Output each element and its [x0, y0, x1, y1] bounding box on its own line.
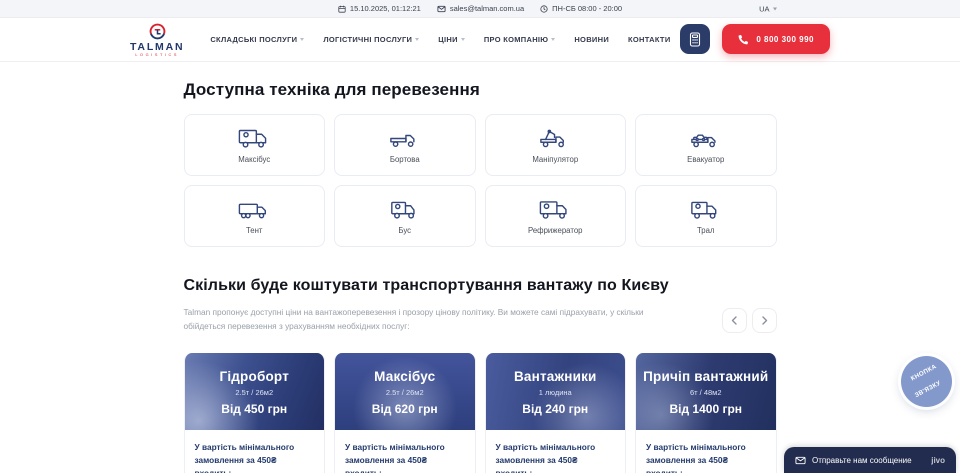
equipment-card-label: Максібус	[238, 155, 270, 164]
carousel-prev-button[interactable]	[722, 308, 747, 333]
fridge-truck-icon	[539, 198, 571, 221]
nav-item-contacts[interactable]: Контакти	[628, 35, 671, 44]
chevron-left-icon	[731, 316, 738, 325]
working-hours: ПН-СБ 08:00 - 20:00	[540, 4, 622, 13]
equipment-grid: Максібус Бортова Маніпулятор	[184, 114, 777, 247]
chevron-down-icon	[461, 38, 465, 41]
envelope-icon	[437, 5, 446, 13]
top-info-bar: 15.10.2025, 01:12:21 sales@talman.com.ua…	[0, 0, 960, 18]
tent-truck-icon	[238, 198, 270, 221]
phone-icon	[738, 34, 749, 45]
chevron-down-icon	[300, 38, 304, 41]
equipment-section: Доступна техніка для перевезення Максібу…	[184, 80, 777, 247]
equipment-card-tent[interactable]: Тент	[184, 185, 326, 247]
main-navigation: TALMAN LOGISTICS Складські послуги Логіс…	[0, 18, 960, 62]
phone-button[interactable]: 0 800 300 990	[722, 24, 830, 54]
van-icon	[389, 198, 421, 221]
chevron-right-icon	[761, 316, 768, 325]
pricing-card-note: У вартість мінімального замовлення за 45…	[496, 441, 616, 473]
logo-subtitle: LOGISTICS	[135, 54, 179, 58]
pricing-card-note: У вартість мінімального замовлення за 45…	[646, 441, 766, 473]
equipment-card-label: Маніпулятор	[532, 155, 578, 164]
calendar-icon	[338, 5, 346, 13]
tow-truck-icon	[690, 127, 722, 150]
carousel-controls	[722, 308, 777, 333]
crane-truck-icon	[539, 127, 571, 150]
calculator-button[interactable]	[680, 24, 710, 54]
equipment-title: Доступна техніка для перевезення	[184, 80, 777, 100]
jivo-brand-label: jivo	[931, 456, 945, 465]
message-icon	[795, 456, 806, 465]
chevron-down-icon	[551, 38, 555, 41]
chevron-down-icon	[773, 7, 777, 10]
equipment-card-bus[interactable]: Бус	[334, 185, 476, 247]
equipment-card-label: Рефрижератор	[528, 226, 583, 235]
pricing-card-header: Гідроборт 2.5т / 26м2 Від 450 грн	[185, 353, 325, 430]
logo-title: TALMAN	[130, 42, 184, 53]
flatbed-truck-icon	[389, 127, 421, 150]
language-selector[interactable]: UA	[745, 4, 776, 13]
pricing-section: Скільки буде коштувати транспортування в…	[184, 277, 777, 473]
equipment-card-maxibus[interactable]: Максібус	[184, 114, 326, 176]
pricing-card-hydroboard: Гідроборт 2.5т / 26м2 Від 450 грн У варт…	[184, 353, 326, 473]
equipment-card-tral[interactable]: Трал	[635, 185, 777, 247]
pricing-title: Скільки буде коштувати транспортування в…	[184, 277, 777, 295]
contact-email[interactable]: sales@talman.com.ua	[437, 4, 524, 13]
logo[interactable]: TALMAN LOGISTICS	[130, 22, 184, 58]
nav-menu: Складські послуги Логістичні послуги Цін…	[210, 35, 670, 44]
pricing-card-cargo-trailer: Причіп вантажний 6т / 48м2 Від 1400 грн …	[635, 353, 777, 473]
logo-emblem-icon	[148, 22, 167, 41]
pricing-card-header: Максібус 2.5т / 26м2 Від 620 грн	[335, 353, 475, 430]
nav-item-prices[interactable]: Ціни	[438, 35, 465, 44]
pricing-cards: Гідроборт 2.5т / 26м2 Від 450 грн У варт…	[184, 353, 777, 473]
equipment-card-evacuator[interactable]: Евакуатор	[635, 114, 777, 176]
equipment-card-label: Трал	[697, 226, 715, 235]
nav-item-news[interactable]: Новини	[574, 35, 609, 44]
phone-number: 0 800 300 990	[756, 35, 814, 44]
chevron-down-icon	[415, 38, 419, 41]
pricing-card-header: Причіп вантажний 6т / 48м2 Від 1400 грн	[636, 353, 776, 430]
equipment-card-label: Евакуатор	[687, 155, 724, 164]
calculator-icon	[689, 32, 701, 47]
equipment-card-label: Бортова	[390, 155, 420, 164]
pricing-description: Talman пропонує доступні ціни на вантажо…	[184, 306, 654, 333]
datetime: 15.10.2025, 01:12:21	[338, 4, 421, 13]
equipment-card-refrigerator[interactable]: Рефрижератор	[485, 185, 627, 247]
nav-item-warehouse-services[interactable]: Складські послуги	[210, 35, 304, 44]
equipment-card-label: Тент	[246, 226, 263, 235]
pricing-card-note: У вартість мінімального замовлення за 45…	[195, 441, 315, 473]
pricing-card-header: Вантажники 1 людина Від 240 грн	[486, 353, 626, 430]
chat-widget-label: Отправьте нам сообщение	[812, 456, 912, 465]
ukraine-flag-icon	[745, 5, 756, 12]
chat-widget[interactable]: Отправьте нам сообщение jivo	[784, 447, 956, 473]
box-truck-icon	[238, 127, 270, 150]
nav-item-about[interactable]: Про компанію	[484, 35, 556, 44]
carousel-next-button[interactable]	[752, 308, 777, 333]
callback-button[interactable]: Кнопка зв'язку	[901, 356, 952, 407]
pricing-card-loaders: Вантажники 1 людина Від 240 грн У вартіс…	[485, 353, 627, 473]
trailer-truck-icon	[690, 198, 722, 221]
equipment-card-manipulator[interactable]: Маніпулятор	[485, 114, 627, 176]
equipment-card-label: Бус	[398, 226, 411, 235]
clock-icon	[540, 5, 548, 13]
nav-item-logistics-services[interactable]: Логістичні послуги	[323, 35, 419, 44]
pricing-card-maxibus: Максібус 2.5т / 26м2 Від 620 грн У варті…	[334, 353, 476, 473]
equipment-card-bortova[interactable]: Бортова	[334, 114, 476, 176]
callback-button-label: Кнопка зв'язку	[910, 366, 944, 398]
pricing-card-note: У вартість мінімального замовлення за 45…	[345, 441, 465, 473]
